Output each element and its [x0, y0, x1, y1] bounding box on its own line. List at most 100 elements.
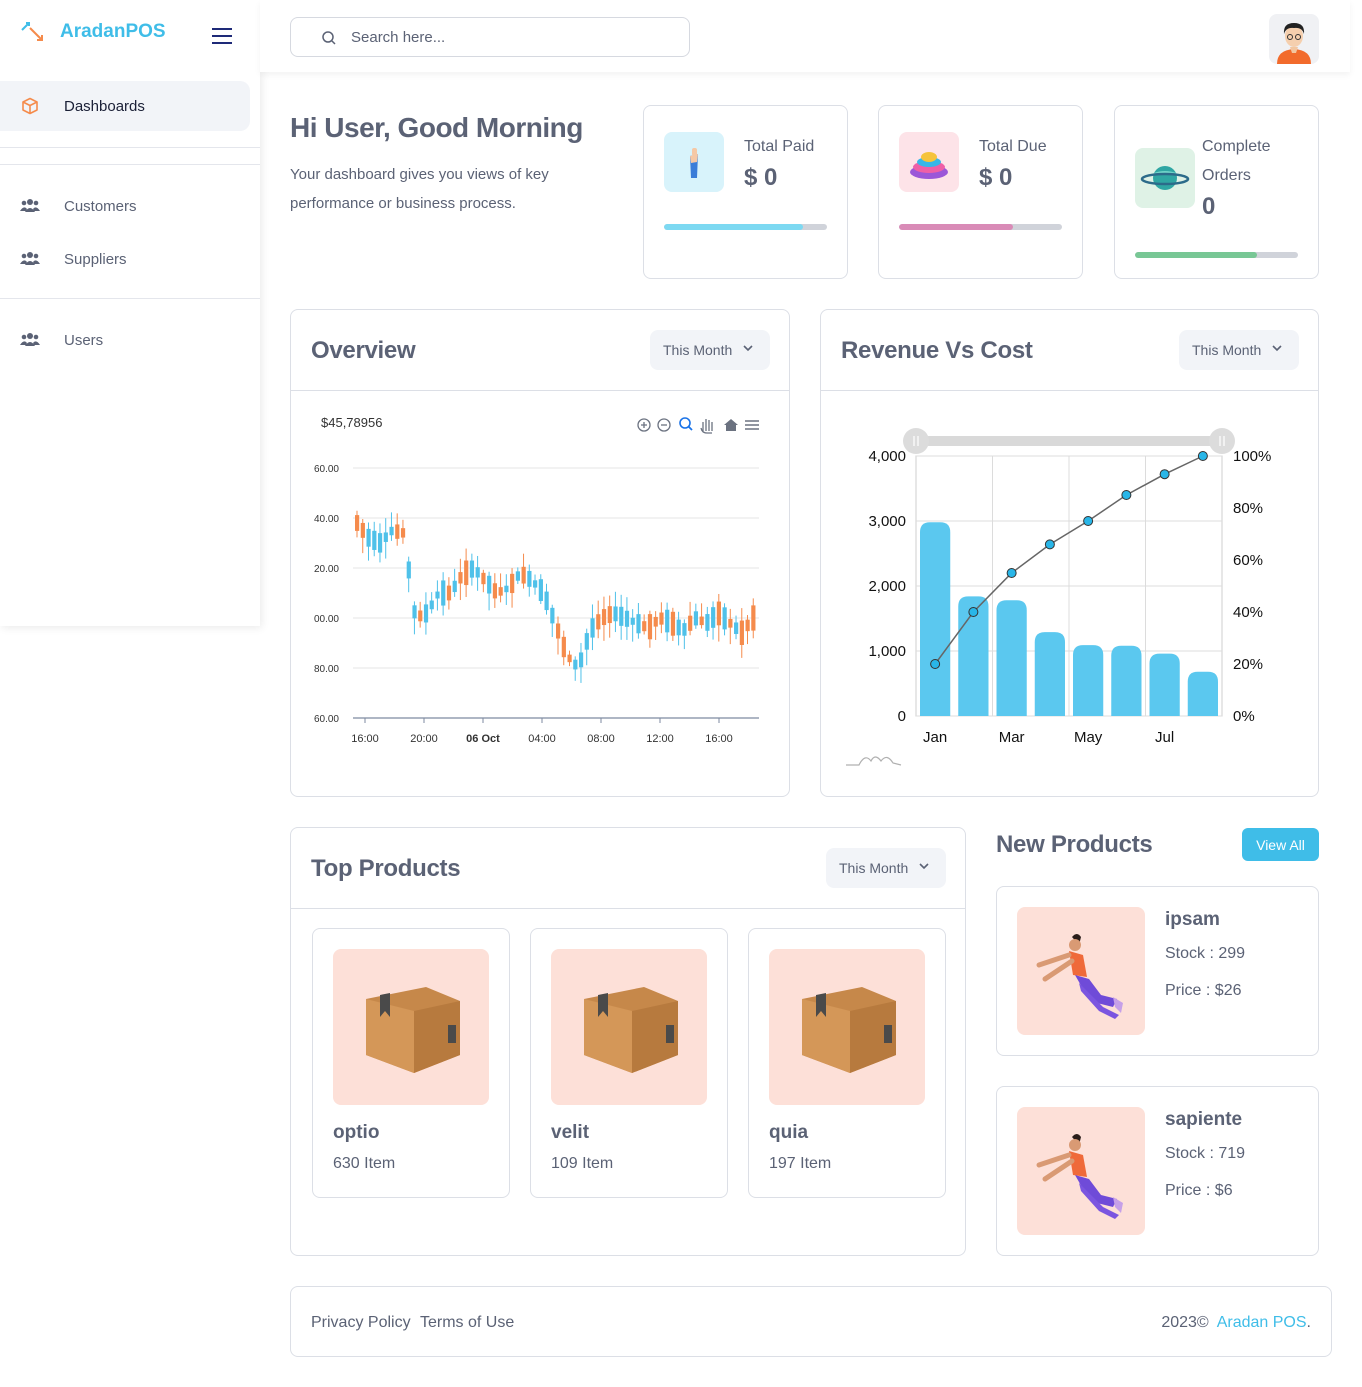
y-axis-labels: 4,000 3,000 2,000 1,000 0 — [868, 448, 906, 725]
line-point[interactable] — [968, 607, 979, 617]
search-icon — [322, 31, 336, 45]
new-product-card[interactable]: sapiente Stock : 719 Price : $6 — [996, 1086, 1319, 1256]
product-name: quia — [769, 1122, 809, 1143]
search-box[interactable] — [290, 17, 690, 57]
line-point[interactable] — [930, 659, 941, 669]
candle-body — [636, 614, 641, 634]
sidebar-item-label: Dashboards — [64, 97, 145, 115]
candle-body — [670, 611, 676, 636]
panel-header: Top Products This Month — [291, 828, 965, 909]
revenue-panel: Revenue Vs Cost This Month 4,000 3,000 2,0… — [820, 309, 1319, 797]
y-tick-label: 40.00 — [314, 514, 339, 525]
zoom-in-icon[interactable] — [637, 418, 651, 432]
logo-icon — [21, 22, 43, 41]
candle-body — [711, 607, 716, 628]
period-dropdown[interactable]: This Month — [1179, 330, 1299, 370]
candle-body — [567, 654, 572, 663]
y-tick-label: 2,000 — [868, 578, 906, 595]
product-card[interactable]: quia 197 Item — [748, 928, 946, 1198]
sidebar-item-label: Customers — [64, 197, 137, 215]
product-card[interactable]: velit 109 Item — [530, 928, 728, 1198]
copyright-year: 2023© — [1161, 1314, 1209, 1331]
candle-body — [676, 619, 681, 636]
candle-body — [533, 580, 538, 588]
terms-of-use-link[interactable]: Terms of Use — [420, 1314, 514, 1332]
bar[interactable] — [996, 600, 1027, 716]
y2-tick-label: 80% — [1233, 500, 1263, 517]
y2-tick-label: 20% — [1233, 656, 1263, 673]
period-dropdown[interactable]: This Month — [826, 848, 946, 888]
footer-brand-link[interactable]: Aradan POS — [1217, 1314, 1307, 1331]
home-icon[interactable] — [724, 419, 738, 431]
page-subtitle: Your dashboard gives you views of key pe… — [290, 166, 549, 212]
greeting: Hi User, Good Morning Your dashboard giv… — [290, 112, 590, 218]
copyright-dot: . — [1306, 1314, 1311, 1331]
bar[interactable] — [1111, 645, 1142, 716]
candle-body — [383, 532, 388, 542]
line-point[interactable] — [1006, 568, 1017, 578]
product-count: 109 Item — [551, 1155, 614, 1172]
cube-icon — [20, 97, 40, 115]
candle-body — [355, 515, 360, 531]
line-point[interactable] — [1083, 516, 1094, 526]
candle-body — [527, 570, 532, 587]
line-point[interactable] — [1197, 451, 1208, 461]
bar[interactable] — [1187, 671, 1218, 716]
top-products-panel: Top Products This Month optio 630 Item v… — [290, 827, 966, 1256]
stat-card-total-paid: Total Paid $ 0 — [643, 105, 848, 279]
candle-body — [406, 561, 411, 579]
bar[interactable] — [920, 522, 951, 716]
bar[interactable] — [1073, 645, 1104, 716]
candle-body — [366, 528, 371, 547]
brand[interactable]: AradanPOS — [20, 20, 166, 44]
menu-icon[interactable] — [745, 420, 759, 430]
menu-toggle-icon[interactable] — [212, 28, 232, 44]
footer: Privacy Policy Terms of Use 2023© Aradan… — [290, 1286, 1332, 1357]
period-dropdown[interactable]: This Month — [650, 330, 770, 370]
product-name: velit — [551, 1122, 590, 1143]
panel-header: Overview This Month — [291, 310, 789, 391]
candle-body — [688, 615, 693, 631]
search-input[interactable] — [351, 26, 671, 48]
x-tick-label: Jul — [1155, 729, 1174, 746]
privacy-policy-link[interactable]: Privacy Policy — [311, 1314, 411, 1332]
range-slider-track[interactable] — [916, 436, 1222, 446]
candle-body — [573, 659, 578, 670]
sidebar-item-dashboards[interactable]: Dashboards — [0, 81, 250, 131]
candle-body — [659, 612, 664, 625]
candle-body — [475, 567, 480, 578]
product-name: sapiente — [1165, 1109, 1243, 1130]
line-point[interactable] — [1121, 490, 1132, 500]
zoom-select-icon[interactable] — [679, 417, 693, 431]
line-point[interactable] — [1159, 469, 1170, 480]
box-icon — [333, 949, 489, 1105]
product-card[interactable]: optio 630 Item — [312, 928, 510, 1198]
pan-hand-icon[interactable] — [700, 419, 713, 434]
candle-body — [504, 585, 509, 593]
sidebar-item-customers[interactable]: Customers — [0, 186, 250, 226]
range-handle-left[interactable] — [903, 428, 929, 454]
x-tick-label: 08:00 — [587, 733, 615, 745]
box-icon — [551, 949, 707, 1105]
bar[interactable] — [1034, 632, 1065, 716]
sidebar-item-suppliers[interactable]: Suppliers — [0, 239, 250, 279]
range-handle-right[interactable] — [1209, 428, 1235, 454]
new-product-card[interactable]: ipsam Stock : 299 Price : $26 — [996, 886, 1319, 1056]
candle-body — [400, 528, 406, 538]
y2-tick-label: 40% — [1233, 604, 1263, 621]
range-slider[interactable] — [903, 428, 1235, 454]
line-point[interactable] — [1044, 539, 1055, 550]
x-tick-label: 04:00 — [528, 733, 556, 745]
candle-body — [544, 591, 549, 611]
y-tick-label: 60.00 — [314, 464, 339, 475]
stat-value: $ 0 — [744, 164, 778, 191]
zoom-out-icon[interactable] — [657, 418, 671, 432]
x-tick-label: 06 Oct — [466, 733, 500, 745]
candle-body — [515, 571, 520, 581]
sidebar-item-users[interactable]: Users — [0, 320, 250, 360]
view-all-button[interactable]: View All — [1242, 828, 1319, 861]
candle-body — [412, 605, 417, 619]
candlestick-chart: $45,78956 60.0040.0020.0000.0080.0060.00… — [314, 415, 759, 745]
avatar[interactable] — [1269, 14, 1319, 64]
bar[interactable] — [1149, 653, 1180, 716]
